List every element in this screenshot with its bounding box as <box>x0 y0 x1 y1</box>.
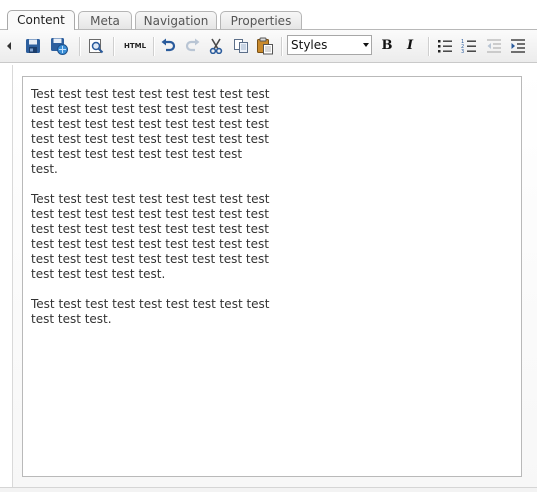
html-source-button[interactable]: HTML <box>122 37 148 55</box>
paste-icon[interactable] <box>256 37 274 55</box>
tab-content[interactable]: Content <box>7 10 75 30</box>
save-and-publish-icon[interactable] <box>50 37 68 55</box>
chevron-down-icon <box>363 43 369 47</box>
paragraph[interactable]: Test test test test test test test test … <box>31 87 271 177</box>
editor-toolbar: HTML Styles B I 1 2 3 <box>0 30 537 63</box>
bulleted-list-icon[interactable] <box>436 37 454 55</box>
tab-navigation[interactable]: Navigation <box>135 11 217 30</box>
paragraph[interactable]: Test test test test test test test test … <box>31 192 271 282</box>
editor-content[interactable]: Test test test test test test test test … <box>31 87 271 342</box>
undo-icon[interactable] <box>159 37 177 55</box>
redo-icon[interactable] <box>184 37 202 55</box>
toolbar-separator <box>153 37 155 56</box>
indent-icon[interactable] <box>509 37 527 55</box>
toolbar-separator <box>79 37 81 56</box>
bold-button[interactable]: B <box>378 37 396 55</box>
tab-meta[interactable]: Meta <box>78 11 132 30</box>
numbered-list-icon[interactable]: 1 2 3 <box>460 37 478 55</box>
tab-properties[interactable]: Properties <box>220 11 302 30</box>
preview-icon[interactable] <box>87 37 105 55</box>
toolbar-collapse-icon[interactable] <box>4 37 14 55</box>
toolbar-separator <box>113 37 115 56</box>
styles-dropdown-value: Styles <box>291 38 328 52</box>
italic-button[interactable]: I <box>401 37 419 55</box>
editor-bottom-edge <box>0 487 537 492</box>
cut-icon[interactable] <box>207 37 225 55</box>
svg-text:3: 3 <box>461 49 464 54</box>
editor-body[interactable]: Test test test test test test test test … <box>22 76 522 477</box>
copy-icon[interactable] <box>232 37 250 55</box>
toolbar-separator <box>428 37 430 56</box>
outdent-icon[interactable] <box>485 37 503 55</box>
tab-bar: Content Meta Navigation Properties <box>0 0 537 30</box>
paragraph[interactable]: Test test test test test test test test … <box>31 297 271 327</box>
styles-dropdown[interactable]: Styles <box>287 35 372 55</box>
toolbar-separator <box>281 37 283 56</box>
save-icon[interactable] <box>24 37 42 55</box>
